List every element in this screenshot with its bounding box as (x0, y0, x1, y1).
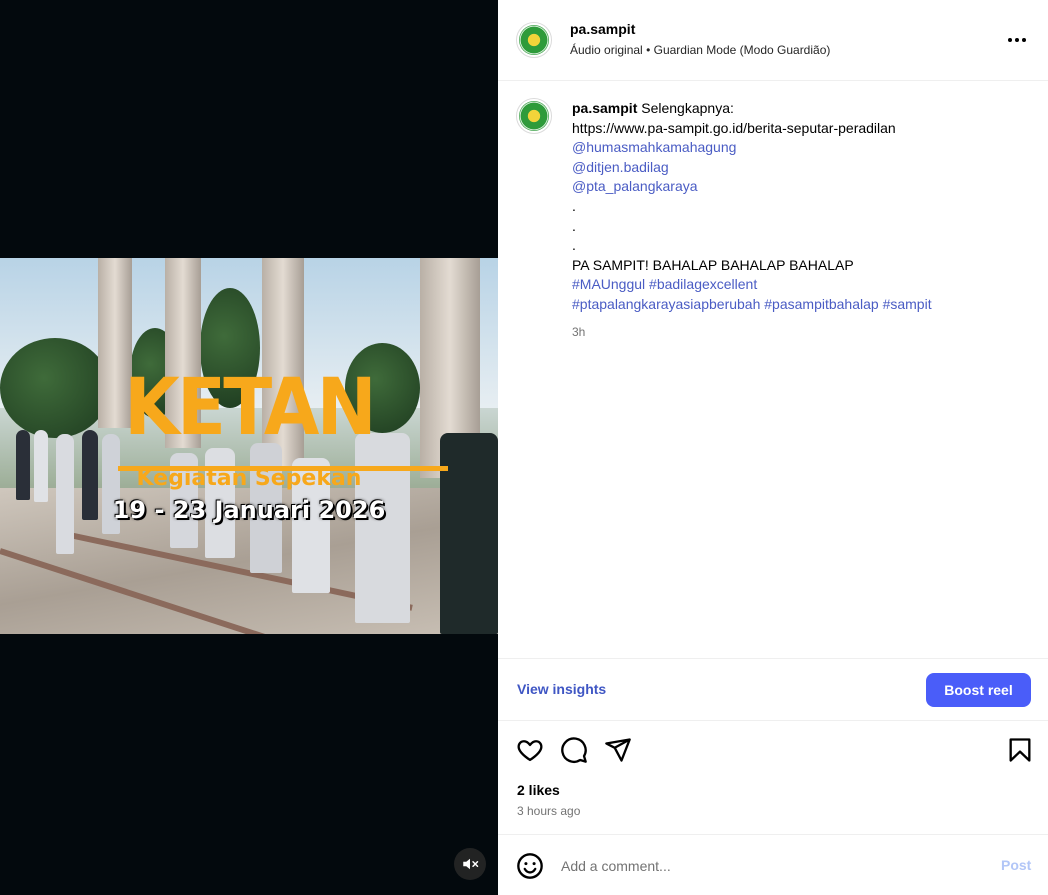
post-time: 3 hours ago (517, 804, 581, 818)
mute-button[interactable] (454, 848, 486, 880)
caption-time: 3h (572, 325, 586, 339)
video-subtitle-text: Kegiatan Sepekan (136, 466, 362, 491)
post-header: pa.sampit Áudio original • Guardian Mode… (498, 0, 1048, 81)
caption-line: Selengkapnya: (641, 100, 734, 116)
post-username[interactable]: pa.sampit (570, 21, 830, 37)
view-insights-link[interactable]: View insights (517, 681, 606, 697)
logo-emblem (519, 101, 549, 131)
caption: pa.sampit Selengkapnya: https://www.pa-s… (572, 99, 1032, 315)
caption-line: . (572, 237, 576, 254)
avatar[interactable] (516, 22, 552, 58)
mention-link[interactable]: @pta_palangkaraya (572, 177, 1032, 197)
caption-username[interactable]: pa.sampit (572, 100, 637, 116)
mention-link[interactable]: @humasmahkamahagung (572, 138, 1032, 158)
caption-line: PA SAMPIT! BAHALAP BAHALAP BAHALAP (572, 256, 854, 273)
more-horizontal-icon (1008, 38, 1026, 42)
speaker-muted-icon (463, 858, 479, 870)
caption-avatar[interactable] (516, 98, 552, 134)
logo-emblem (519, 25, 549, 55)
mode-label[interactable]: Guardian Mode (Modo Guardião) (654, 43, 831, 57)
caption-url: https://www.pa-sampit.go.id/berita-seput… (572, 119, 896, 136)
mention-link[interactable]: @ditjen.badilag (572, 158, 1032, 178)
likes-count[interactable]: 2 likes (517, 782, 560, 798)
hashtag-link[interactable]: #MAUnggul #badilagexcellent (572, 275, 1032, 295)
more-options-button[interactable] (1002, 28, 1032, 52)
video-frame: KETAN Kegiatan Sepekan 19 - 23 Januari 2… (0, 258, 498, 634)
comment-row: Post (498, 834, 1048, 895)
send-icon[interactable] (604, 736, 632, 764)
comment-input[interactable] (561, 855, 981, 877)
heart-icon[interactable] (516, 736, 544, 764)
reel-video[interactable]: KETAN Kegiatan Sepekan 19 - 23 Januari 2… (0, 0, 498, 895)
separator-dot: • (646, 43, 651, 57)
comment-icon[interactable] (560, 736, 588, 764)
video-dates-text: 19 - 23 Januari 2026 (112, 496, 386, 524)
boost-reel-button[interactable]: Boost reel (926, 673, 1031, 707)
post-comment-button[interactable]: Post (1001, 857, 1031, 873)
caption-line: . (572, 217, 576, 234)
hashtag-link[interactable]: #ptapalangkarayasiapberubah #pasampitbah… (572, 295, 1032, 315)
caption-line: . (572, 197, 576, 214)
emoji-icon[interactable] (516, 852, 544, 880)
bookmark-icon[interactable] (1006, 736, 1034, 764)
post-panel: pa.sampit Áudio original • Guardian Mode… (498, 0, 1048, 895)
video-title-text: KETAN (124, 363, 377, 453)
insights-row: View insights Boost reel (498, 658, 1048, 721)
audio-label[interactable]: Áudio original (570, 43, 643, 57)
